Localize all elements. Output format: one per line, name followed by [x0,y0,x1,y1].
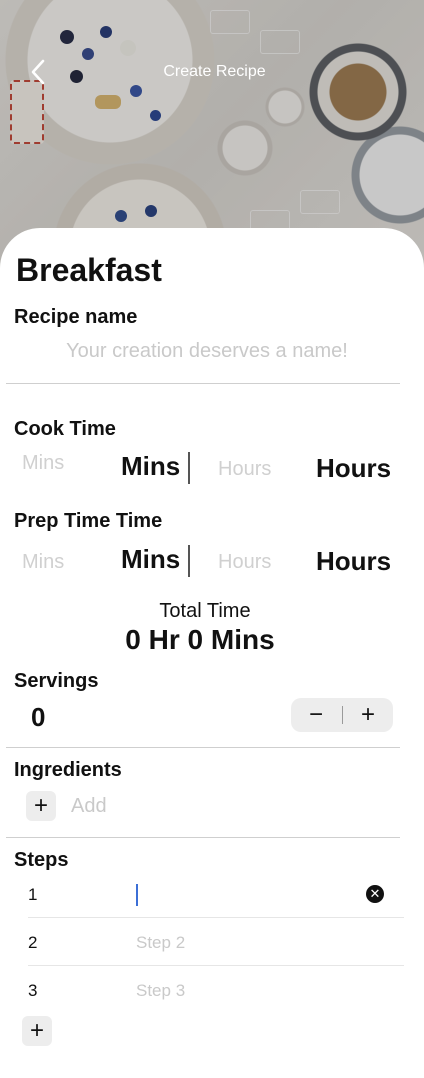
divider [28,917,404,918]
prep-hours-picker[interactable]: Hours [218,551,271,574]
divider [28,965,404,966]
prep-mins-label: Mins [121,544,181,574]
category-title: Breakfast [16,252,162,288]
prep-mins-picker[interactable]: Mins [22,551,64,574]
cook-mins-label: Mins [121,451,181,481]
prep-hours-label: Hours [316,546,392,576]
step-3-input[interactable]: Step 3 [136,981,356,1007]
divider [6,837,400,838]
divider [6,383,400,384]
recipe-name-label: Recipe name [14,306,138,328]
total-time-label: Total Time [159,600,251,622]
cook-hours-picker[interactable]: Hours [218,458,271,481]
cook-hours-label: Hours [316,453,392,483]
step-1-input[interactable] [136,882,356,908]
servings-value: 0 [31,702,46,732]
picker-divider [188,452,190,484]
picker-divider [188,545,190,577]
add-step-button[interactable]: + [22,1016,52,1046]
prep-time-label: Prep Time Time [14,510,163,532]
decrement-button[interactable]: − [291,698,341,732]
form-content: Breakfast Recipe name Your creation dese… [0,0,424,1078]
total-time-value: 0 Hr 0 Mins [125,624,275,655]
cook-mins-picker[interactable]: Mins [22,452,64,475]
divider [6,747,400,748]
step-number: 3 [28,981,38,1000]
close-circle-icon[interactable]: ✕ [366,885,384,903]
add-ingredient-input[interactable]: Add [71,795,271,818]
step-2-input[interactable]: Step 2 [136,933,356,959]
steps-label: Steps [14,849,69,871]
cook-time-label: Cook Time [14,418,116,440]
servings-label: Servings [14,670,99,692]
servings-stepper: − + [291,698,393,732]
add-ingredient-button[interactable]: + [26,791,56,821]
step-number: 1 [28,885,38,904]
recipe-name-placeholder: Your creation deserves a name! [66,340,348,362]
increment-button[interactable]: + [343,698,393,732]
ingredients-label: Ingredients [14,759,122,781]
text-cursor [136,884,138,906]
recipe-name-input[interactable]: Your creation deserves a name! [0,340,404,374]
step-number: 2 [28,933,38,952]
